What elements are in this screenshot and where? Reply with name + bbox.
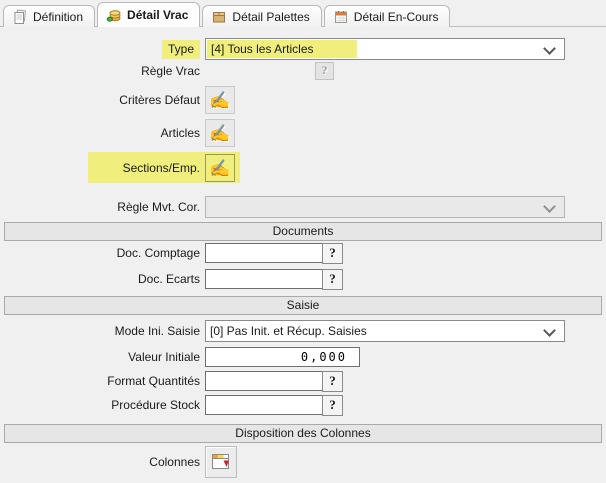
criteres-defaut-label: Critères Défaut [0,92,200,108]
articles-label: Articles [0,125,200,141]
tab-detail-vrac-label: Détail Vrac [127,8,188,22]
format-quantites-input[interactable] [205,371,325,391]
chevron-down-icon [543,200,556,213]
doc-comptage-help-button[interactable]: ? [322,243,343,264]
regle-vrac-help-button: ? [315,62,334,80]
sections-emp-button[interactable]: ✍ [205,154,235,182]
tab-definition-label: Définition [33,10,83,24]
tab-definition[interactable]: Définition [3,5,95,27]
regle-vrac-label: Règle Vrac [0,63,200,79]
valeur-initiale-label: Valeur Initiale [0,349,200,365]
saisie-section-header: Saisie [4,296,602,315]
valeur-initiale-input[interactable] [205,347,360,367]
writing-hand-icon: ✍ [209,160,230,177]
writing-hand-icon: ✍ [209,125,230,142]
regle-mvt-cor-label: Règle Mvt. Cor. [0,199,200,215]
format-quantites-label: Format Quantités [0,373,200,389]
chevron-down-icon [543,324,556,337]
tabbar: Définition Détail Vrac Détail Palettes [3,2,452,27]
sections-emp-label: Sections/Emp. [0,160,200,176]
format-quantites-help-button[interactable]: ? [322,371,343,392]
colonnes-button[interactable] [205,446,237,478]
note-icon [12,9,28,25]
criteres-defaut-button: ✍ [205,86,235,114]
doc-ecarts-label: Doc. Ecarts [0,271,200,287]
doc-ecarts-help-button[interactable]: ? [322,269,343,290]
detail-vrac-panel: Définition Détail Vrac Détail Palettes [0,0,606,483]
procedure-stock-help-button[interactable]: ? [322,395,343,416]
calendar-icon [333,9,349,25]
type-label: Type [0,41,200,57]
colonnes-label: Colonnes [0,454,200,470]
chevron-down-icon [543,42,556,55]
box-icon [211,9,227,25]
doc-comptage-input[interactable] [205,243,325,263]
tab-detail-vrac[interactable]: Détail Vrac [97,2,200,27]
regle-mvt-cor-select [205,196,565,218]
type-select-value: [4] Tous les Articles [207,40,357,58]
mode-ini-saisie-select[interactable]: [0] Pas Init. et Récup. Saisies [205,320,565,342]
doc-comptage-label: Doc. Comptage [0,245,200,261]
columns-layout-icon [210,451,232,473]
doc-ecarts-input[interactable] [205,269,325,289]
coins-icon [106,7,122,23]
tab-detail-en-cours[interactable]: Détail En-Cours [324,5,451,27]
articles-button: ✍ [205,119,235,147]
procedure-stock-label: Procédure Stock [0,397,200,413]
tab-detail-palettes-label: Détail Palettes [232,10,309,24]
type-select[interactable]: [4] Tous les Articles [205,38,565,60]
disposition-section-header: Disposition des Colonnes [4,424,602,443]
documents-section-header: Documents [4,222,602,241]
tab-detail-palettes[interactable]: Détail Palettes [202,5,321,27]
mode-ini-saisie-value: [0] Pas Init. et Récup. Saisies [210,324,367,338]
tab-detail-en-cours-label: Détail En-Cours [354,10,439,24]
writing-hand-icon: ✍ [209,92,230,109]
mode-ini-saisie-label: Mode Ini. Saisie [0,323,200,339]
procedure-stock-input[interactable] [205,395,325,415]
